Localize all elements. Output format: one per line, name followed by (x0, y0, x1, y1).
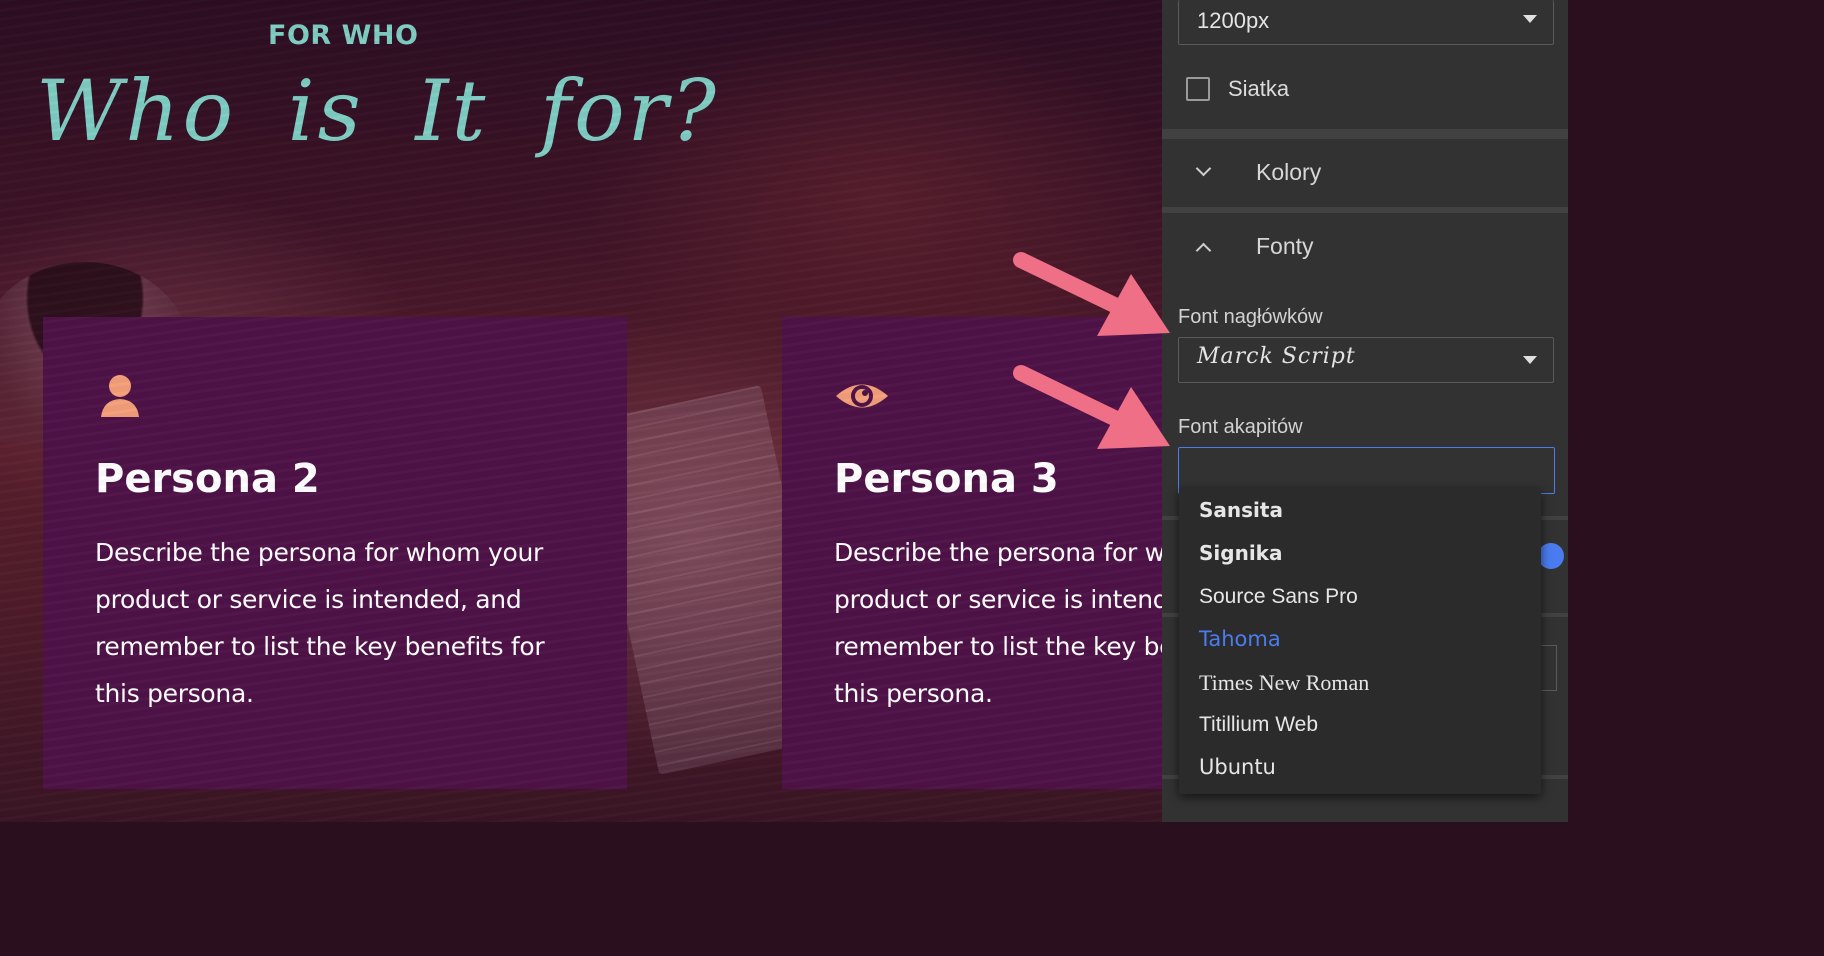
heading-font-label: Font nagłówków (1178, 306, 1323, 328)
persona-card[interactable]: Persona 2 Describe the persona for whom … (43, 317, 627, 789)
annotation-arrow-icon (1013, 365, 1170, 449)
accordion-colors[interactable]: Kolory (1162, 143, 1568, 205)
website-canvas: FOR WHO Who is It for? Persona 2 Describ… (0, 0, 1162, 822)
toggle-switch-knob[interactable] (1538, 543, 1564, 569)
font-option-source-sans-pro[interactable]: Source Sans Pro (1199, 585, 1358, 609)
font-option-signika[interactable]: Signika (1199, 541, 1282, 565)
person-icon (101, 375, 139, 417)
section-kicker[interactable]: FOR WHO (268, 20, 418, 51)
divider (1162, 129, 1568, 139)
accordion-fonts-label: Fonty (1256, 233, 1314, 259)
font-dropdown-list: Sansita Signika Source Sans Pro Tahoma T… (1179, 488, 1541, 794)
persona-description[interactable]: Describe the persona for whom your produ… (834, 529, 1162, 717)
persona-title[interactable]: Persona 3 (834, 455, 1162, 503)
annotation-arrow-icon (1013, 252, 1170, 336)
font-option-times-new-roman[interactable]: Times New Roman (1199, 670, 1369, 696)
paragraph-font-label: Font akapitów (1178, 416, 1303, 438)
persona-title[interactable]: Persona 2 (95, 455, 575, 503)
hidden-field-edge (1539, 645, 1557, 691)
accordion-colors-label: Kolory (1256, 159, 1322, 185)
chevron-down-icon (1523, 15, 1537, 23)
chevron-up-icon (1195, 242, 1212, 259)
chevron-down-icon (1523, 356, 1537, 364)
font-option-titillium-web[interactable]: Titillium Web (1199, 713, 1318, 737)
grid-checkbox[interactable] (1186, 77, 1210, 101)
heading-font-value: Marck Script (1197, 344, 1356, 369)
width-select[interactable]: 1200px (1178, 0, 1554, 45)
chevron-down-icon (1195, 160, 1212, 177)
font-option-sansita[interactable]: Sansita (1199, 498, 1283, 522)
font-option-tahoma[interactable]: Tahoma (1199, 627, 1281, 651)
accordion-fonts[interactable]: Fonty (1162, 217, 1568, 279)
eye-icon (836, 384, 888, 408)
divider (1162, 207, 1568, 213)
paragraph-font-input[interactable] (1178, 447, 1555, 494)
heading-font-select[interactable]: Marck Script (1178, 337, 1554, 383)
section-title[interactable]: Who is It for? (36, 62, 719, 160)
grid-checkbox-label: Siatka (1228, 76, 1290, 101)
width-select-value: 1200px (1197, 8, 1270, 33)
font-option-ubuntu[interactable]: Ubuntu (1199, 755, 1276, 779)
persona-description[interactable]: Describe the persona for whom your produ… (95, 529, 555, 717)
